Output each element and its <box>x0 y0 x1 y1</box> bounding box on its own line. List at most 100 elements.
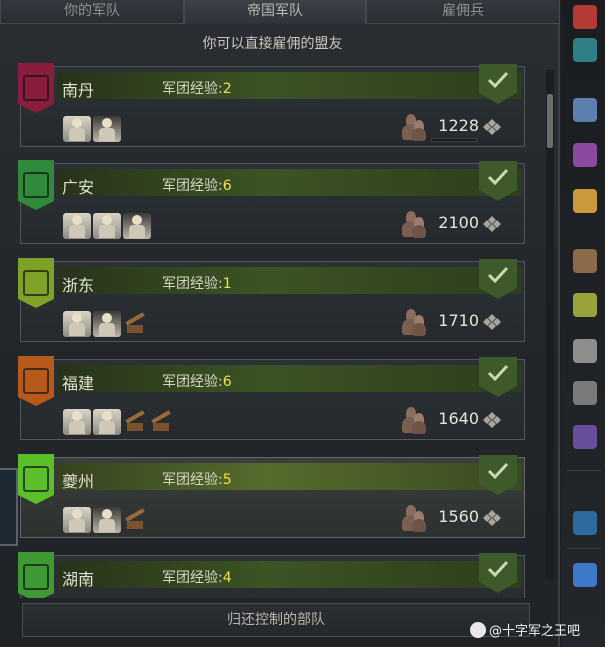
quality-diamonds-icon <box>483 412 501 428</box>
quill-icon[interactable] <box>570 246 600 276</box>
unit-portrait-icon <box>63 409 91 435</box>
legion-experience: 军团经验:2 <box>162 81 232 97</box>
coat-of-arms-banner-icon[interactable] <box>18 63 54 113</box>
unit-portrait-icon <box>93 311 121 337</box>
unit-portrait-icon <box>93 507 121 533</box>
tab-your-armies[interactable]: 你的军队 <box>0 0 184 24</box>
sidebar-divider <box>567 470 601 471</box>
army-panel: 你的军队 帝国军队 雇佣兵 你可以直接雇佣的盟友 南丹 军团经验:2 1228 … <box>0 0 560 647</box>
coat-of-arms-banner-icon[interactable] <box>18 454 54 504</box>
alert-bag-icon[interactable] <box>570 378 600 408</box>
eagle-emblem-icon[interactable] <box>570 560 600 590</box>
checkmark-icon <box>487 462 509 480</box>
tab-imperial-armies[interactable]: 帝国军队 <box>184 0 366 24</box>
tower-icon[interactable] <box>570 336 600 366</box>
xp-value: 5 <box>222 472 232 488</box>
army-card-1[interactable]: 广安 军团经验:6 2100 <box>18 160 525 244</box>
legion-experience: 军团经验:6 <box>162 374 232 390</box>
siege-unit-icon <box>123 409 147 435</box>
soldiers-icon <box>402 307 426 337</box>
xp-value: 1 <box>222 276 232 292</box>
army-name: 南丹 <box>62 81 95 100</box>
army-name: 广安 <box>62 178 95 197</box>
soldiers-icon <box>402 112 426 142</box>
sidebar-divider <box>567 548 601 549</box>
crossed-swords-icon[interactable] <box>570 2 600 32</box>
army-name: 福建 <box>62 374 95 393</box>
unit-portraits <box>63 311 147 337</box>
army-name: 浙东 <box>62 276 95 295</box>
legion-experience: 军团经验:6 <box>162 178 232 194</box>
army-card-3[interactable]: 福建 军团经验:6 1640 <box>18 356 525 440</box>
chalice-icon[interactable] <box>570 290 600 320</box>
troop-count: 1228 <box>438 116 479 135</box>
army-header-bar <box>57 463 522 490</box>
quality-diamonds-icon <box>483 510 501 526</box>
right-sidebar <box>562 0 605 647</box>
lion-icon[interactable] <box>570 186 600 216</box>
unit-portrait-icon <box>63 311 91 337</box>
soldiers-icon <box>402 503 426 533</box>
people-icon[interactable] <box>570 95 600 125</box>
coat-of-arms-banner-icon[interactable] <box>18 258 54 308</box>
unit-portrait-icon <box>93 116 121 142</box>
watermark-text: @十字军之王吧 <box>489 624 581 639</box>
quality-diamonds-icon <box>483 119 501 135</box>
quality-diamonds-icon <box>483 216 501 232</box>
unit-portrait-icon <box>123 213 151 239</box>
checkmark-icon <box>487 71 509 89</box>
abacus-icon[interactable] <box>570 422 600 452</box>
unit-portrait-icon <box>93 409 121 435</box>
tab-mercenaries[interactable]: 雇佣兵 <box>366 0 560 24</box>
unit-portrait-icon <box>93 213 121 239</box>
unit-portraits <box>63 507 147 533</box>
army-header-bar <box>57 561 522 588</box>
quality-diamonds-icon <box>483 314 501 330</box>
checkmark-icon <box>487 560 509 578</box>
legion-experience: 军团经验:5 <box>162 472 232 488</box>
checkmark-icon <box>487 266 509 284</box>
scroll-icon[interactable] <box>570 140 600 170</box>
unit-portrait-icon <box>63 116 91 142</box>
army-card-0[interactable]: 南丹 军团经验:2 1228 <box>18 63 525 147</box>
tab-bar: 你的军队 帝国军队 雇佣兵 <box>0 0 560 24</box>
army-card-4[interactable]: 夔州 军团经验:5 1560 <box>18 454 525 538</box>
side-tab-edge[interactable] <box>0 468 18 546</box>
unit-portraits <box>63 409 173 435</box>
soldiers-icon <box>402 405 426 435</box>
watermark: @十字军之王吧 <box>470 620 580 639</box>
army-name: 湖南 <box>62 570 95 589</box>
scrollbar-thumb[interactable] <box>547 94 553 148</box>
unit-portrait-icon <box>63 507 91 533</box>
unit-portraits <box>63 116 121 142</box>
army-name: 夔州 <box>62 472 95 491</box>
siege-unit-icon <box>123 507 147 533</box>
army-card-2[interactable]: 浙东 军团经验:1 1710 <box>18 258 525 342</box>
soldiers-icon <box>402 209 426 239</box>
army-header-bar <box>57 365 522 392</box>
siege-unit-icon <box>149 409 173 435</box>
banner-icon[interactable] <box>570 35 600 65</box>
legion-experience: 军团经验:4 <box>162 570 232 586</box>
triangle-emblem-icon[interactable] <box>570 508 600 538</box>
army-list: 南丹 军团经验:2 1228 广安 军团经验:6 2100 浙东 军团经验:1 … <box>0 58 545 598</box>
checkmark-icon <box>487 168 509 186</box>
checkmark-icon <box>487 364 509 382</box>
coat-of-arms-banner-icon[interactable] <box>18 160 54 210</box>
troop-count: 1640 <box>438 409 479 428</box>
paw-logo-icon <box>470 621 486 638</box>
return-controlled-troops-button[interactable]: 归还控制的部队 <box>22 603 530 637</box>
troop-count: 1710 <box>438 311 479 330</box>
troop-count: 2100 <box>438 213 479 232</box>
unit-portrait-icon <box>63 213 91 239</box>
army-card-5[interactable]: 湖南 军团经验:4 <box>18 552 525 598</box>
xp-value: 6 <box>222 374 232 390</box>
coat-of-arms-banner-icon[interactable] <box>18 356 54 406</box>
xp-value: 6 <box>222 178 232 194</box>
army-header-bar <box>57 267 522 294</box>
siege-unit-icon <box>123 311 147 337</box>
coat-of-arms-banner-icon[interactable] <box>18 552 54 598</box>
troop-count: 1560 <box>438 507 479 526</box>
legion-experience: 军团经验:1 <box>162 276 232 292</box>
xp-value: 2 <box>222 81 232 97</box>
